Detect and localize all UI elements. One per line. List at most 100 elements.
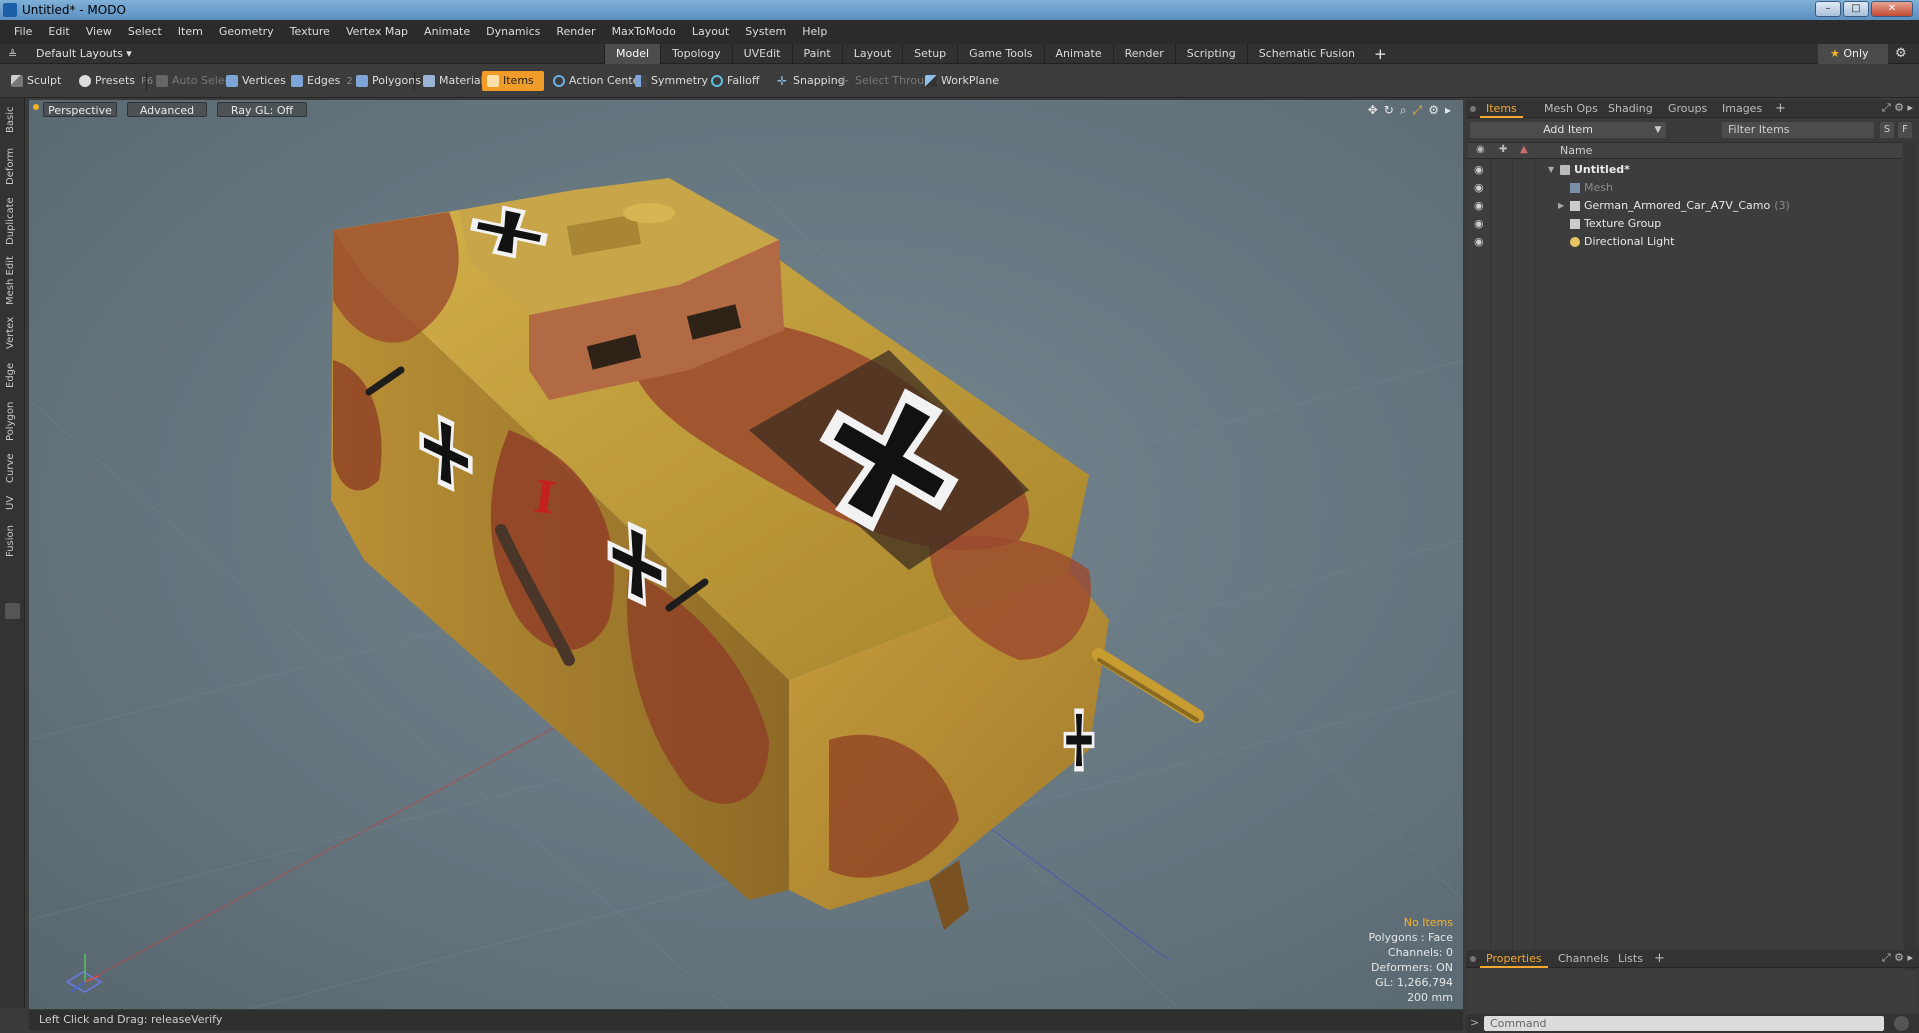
vtab-deform[interactable]: Deform [5, 146, 19, 186]
menu-view[interactable]: View [78, 20, 120, 44]
tree-row-mesh[interactable]: ◉ Mesh [1468, 179, 1902, 197]
tab-model[interactable]: Model [604, 44, 661, 64]
menu-item[interactable]: Item [170, 20, 211, 44]
filter-f-button[interactable]: F [1898, 122, 1912, 138]
tab-images[interactable]: Images [1716, 100, 1768, 118]
tab-channels[interactable]: Channels [1552, 950, 1615, 968]
viewport-settings-icon[interactable]: ⚙ [1428, 103, 1439, 118]
add-panel-tab-button[interactable]: + [1654, 950, 1665, 968]
vtab-mesh-edit[interactable]: Mesh Edit [5, 254, 19, 308]
tree-row-directional-light[interactable]: ◉ Directional Light [1468, 233, 1902, 251]
vtab-fusion[interactable]: Fusion [5, 522, 19, 560]
visibility-eye-icon[interactable]: ◉ [1474, 197, 1484, 215]
menu-render[interactable]: Render [548, 20, 603, 44]
move-view-icon[interactable]: ✥ [1368, 103, 1378, 118]
workplane-button[interactable]: WorkPlane [920, 71, 1005, 91]
panel-menu-icon[interactable] [1470, 956, 1476, 962]
tree-row-scene[interactable]: ◉ ▼ Untitled* [1468, 161, 1902, 179]
rotate-view-icon[interactable]: ↻ [1384, 103, 1394, 118]
menu-help[interactable]: Help [794, 20, 835, 44]
tab-groups[interactable]: Groups [1662, 100, 1713, 118]
expand-arrow-icon[interactable]: ▶ [1558, 197, 1564, 215]
viewport-expand-arrow-icon[interactable]: ▸ [1445, 103, 1451, 118]
symmetry-button[interactable]: Symmetry [630, 71, 714, 91]
sculpt-button[interactable]: Sculpt [6, 71, 67, 91]
tab-schematic-fusion[interactable]: Schematic Fusion [1246, 44, 1366, 64]
chevron-down-icon[interactable]: ▼ [1650, 122, 1666, 138]
tree-row-texture-group[interactable]: ◉ Texture Group [1468, 215, 1902, 233]
vtab-vertex[interactable]: Vertex [5, 314, 19, 352]
tree-vertical-scrollbar[interactable] [1904, 142, 1916, 987]
add-panel-tab-button[interactable]: + [1775, 100, 1786, 118]
tab-lists[interactable]: Lists [1612, 950, 1649, 968]
tool-tabs-toggle-button[interactable] [5, 603, 20, 619]
filter-items-input[interactable]: Filter Items [1722, 122, 1874, 138]
visibility-column-eye-icon[interactable]: ◉ [1476, 144, 1485, 155]
command-chevron-icon[interactable]: > [1470, 1016, 1479, 1029]
add-layout-tab-button[interactable]: + [1366, 44, 1395, 64]
panel-menu-icon[interactable] [1470, 106, 1476, 112]
vtab-uv[interactable]: UV [5, 492, 19, 514]
menu-geometry[interactable]: Geometry [211, 20, 282, 44]
maximize-viewport-icon[interactable]: ⤢ [1413, 103, 1423, 118]
command-input[interactable]: Command [1484, 1016, 1884, 1031]
gear-icon[interactable]: ⚙ [1895, 46, 1907, 61]
tab-layout[interactable]: Layout [841, 44, 902, 64]
minimize-button[interactable]: – [1815, 1, 1841, 17]
menu-layout[interactable]: Layout [684, 20, 737, 44]
raygl-button[interactable]: Ray GL: Off [217, 102, 307, 117]
menu-vertex-map[interactable]: Vertex Map [338, 20, 416, 44]
visibility-eye-icon[interactable]: ◉ [1474, 161, 1484, 179]
reference-column-icon[interactable]: ▲ [1520, 144, 1528, 155]
menu-animate[interactable]: Animate [416, 20, 478, 44]
edges-button[interactable]: Edges 2 [286, 71, 359, 91]
menu-maxtomodo[interactable]: MaxToModo [604, 20, 684, 44]
visibility-eye-icon[interactable]: ◉ [1474, 233, 1484, 251]
vtab-basic[interactable]: Basic [5, 102, 19, 138]
menu-select[interactable]: Select [120, 20, 170, 44]
filter-s-button[interactable]: S [1880, 122, 1894, 138]
lock-column-icon[interactable]: ✚ [1499, 144, 1507, 155]
tab-topology[interactable]: Topology [660, 44, 732, 64]
column-name[interactable]: Name [1560, 144, 1592, 157]
tab-scripting[interactable]: Scripting [1174, 44, 1247, 64]
tab-items[interactable]: Items [1480, 100, 1523, 118]
menu-system[interactable]: System [737, 20, 794, 44]
only-toggle[interactable]: ★ Only [1818, 44, 1888, 64]
layout-select[interactable]: Default Layouts ▾ [36, 47, 132, 60]
tab-properties[interactable]: Properties [1480, 950, 1548, 968]
3d-viewport[interactable]: I Perspective Advanced Ray GL: Off ✥ ↻ ⌕… [29, 100, 1463, 1009]
tab-render[interactable]: Render [1112, 44, 1175, 64]
polygons-button[interactable]: Polygons [351, 71, 427, 91]
menu-texture[interactable]: Texture [282, 20, 338, 44]
add-item-button[interactable]: Add Item [1470, 122, 1666, 138]
vtab-curve[interactable]: Curve [5, 452, 19, 484]
viewport-menu-icon[interactable] [33, 104, 39, 110]
panel-expand-icon[interactable]: ⤢ ⚙ ▸ [1882, 951, 1913, 965]
vtab-edge[interactable]: Edge [5, 360, 19, 390]
menu-edit[interactable]: Edit [40, 20, 77, 44]
command-stop-icon[interactable] [1894, 1016, 1909, 1031]
collapse-arrow-icon[interactable]: ▼ [1548, 161, 1554, 179]
close-button[interactable]: ✕ [1871, 1, 1913, 17]
tab-game-tools[interactable]: Game Tools [957, 44, 1043, 64]
visibility-eye-icon[interactable]: ◉ [1474, 179, 1484, 197]
tab-mesh-ops[interactable]: Mesh Ops [1538, 100, 1604, 118]
tab-uvedit[interactable]: UVEdit [731, 44, 792, 64]
shading-mode-button[interactable]: Advanced [127, 102, 207, 117]
zoom-view-icon[interactable]: ⌕ [1400, 103, 1407, 118]
menu-file[interactable]: File [6, 20, 40, 44]
visibility-eye-icon[interactable]: ◉ [1474, 215, 1484, 233]
tab-animate[interactable]: Animate [1043, 44, 1113, 64]
panel-expand-icon[interactable]: ⤢ ⚙ ▸ [1882, 101, 1913, 115]
tab-setup[interactable]: Setup [902, 44, 957, 64]
tree-row-armored-car[interactable]: ◉ ▶ German_Armored_Car_A7V_Camo (3) [1468, 197, 1902, 215]
tab-shading[interactable]: Shading [1602, 100, 1659, 118]
vtab-polygon[interactable]: Polygon [5, 398, 19, 444]
falloff-button[interactable]: Falloff [706, 71, 765, 91]
layout-menu-icon[interactable]: ≜ [8, 48, 17, 61]
items-button[interactable]: Items [482, 71, 544, 91]
menu-dynamics[interactable]: Dynamics [478, 20, 548, 44]
view-mode-button[interactable]: Perspective [43, 102, 117, 117]
tab-paint[interactable]: Paint [791, 44, 842, 64]
